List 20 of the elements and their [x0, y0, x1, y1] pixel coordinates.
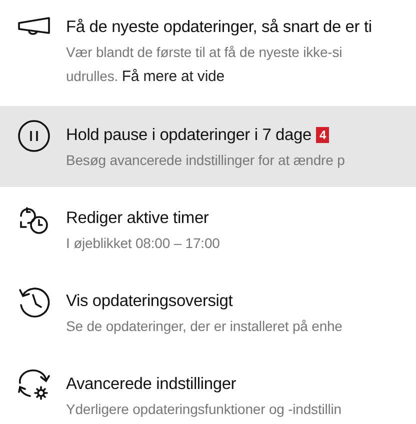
learn-more-link[interactable]: Få mere at vide	[122, 68, 225, 85]
history-icon	[17, 285, 51, 319]
item-description: I øjeblikket 08:00 – 17:00	[66, 234, 220, 253]
number-badge: 4	[316, 127, 330, 143]
item-title: Rediger aktive timer	[66, 208, 209, 228]
item-description: Yderligere opdateringsfunktioner og -indstillin	[66, 400, 342, 419]
settings-item[interactable]: Hold pause i opdateringer i 7 dage 4 Besøg avancerede indstillinger for at ændre p	[0, 106, 416, 187]
item-title: Avancerede indstillinger	[66, 374, 236, 394]
item-title: Vis opdateringsoversigt	[66, 292, 233, 310]
item-description: Vær blandt de første til at få de nyeste ikke-si udrulles. Få mere at vide	[66, 43, 344, 87]
settings-item[interactable]: Vis opdateringsoversigt Se de opdateringer, der er installeret på enhe	[0, 272, 416, 353]
item-description: Se de opdateringer, der er installeret på enhe	[66, 317, 342, 336]
pause-icon	[17, 119, 51, 153]
settings-item[interactable]: Få de nyeste opdateringer, så snart de er ti Vær blandt de første til at få de nyeste ikke-si udrulles. Få mere at vide	[0, 0, 416, 104]
sync-gear-icon	[17, 368, 51, 402]
item-title: Få de nyeste opdateringer, så snart de er ti	[66, 18, 372, 36]
settings-item[interactable]: Avancerede indstillinger Yderligere opdateringsfunktioner og -indstillin	[0, 355, 416, 424]
item-title: Hold pause i opdateringer i 7 dage	[66, 126, 312, 144]
item-description: Besøg avancerede indstillinger for at ændre p	[66, 151, 345, 170]
settings-item[interactable]: Rediger aktive timer I øjeblikket 08:00 – 17:00	[0, 189, 416, 270]
